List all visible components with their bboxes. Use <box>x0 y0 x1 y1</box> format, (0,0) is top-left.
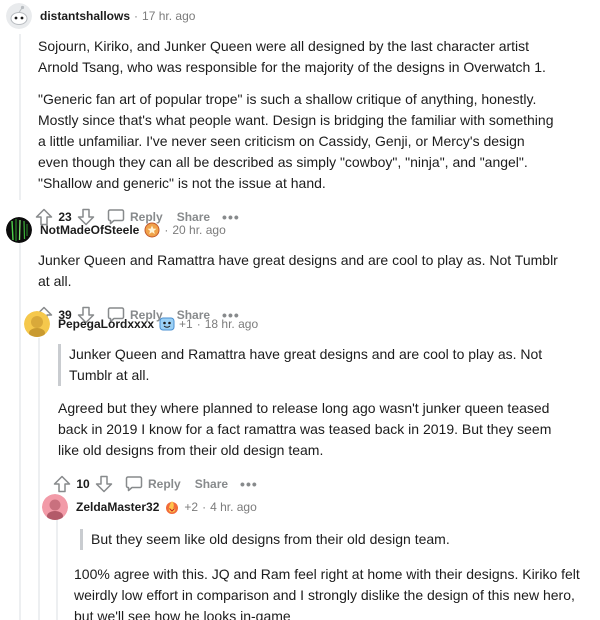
comment-body: Junker Queen and Ramattra have great des… <box>38 250 568 292</box>
timestamp[interactable]: 17 hr. ago <box>142 9 195 23</box>
timestamp[interactable]: 20 hr. ago <box>172 223 225 237</box>
comment-header: NotMadeOfSteele · 20 hr. ago <box>6 217 596 243</box>
avatar[interactable] <box>6 217 32 243</box>
comment-icon <box>124 473 144 496</box>
reply-button[interactable]: Reply <box>124 473 181 496</box>
reply-label: Reply <box>148 477 181 491</box>
comment-paragraph: "Generic fan art of popular trope" is su… <box>38 91 554 191</box>
comment-header: PepegaLordxxxx +1 · 18 hr. ago <box>24 311 596 337</box>
comment-header: distantshallows · 17 hr. ago <box>6 3 596 29</box>
share-button[interactable]: Share <box>191 477 228 491</box>
comment-paragraph: 100% agree with this. JQ and Ram feel ri… <box>74 566 580 620</box>
username[interactable]: PepegaLordxxxx <box>58 317 154 331</box>
share-label: Share <box>194 477 229 491</box>
blockquote: Junker Queen and Ramattra have great des… <box>58 344 558 386</box>
avatar[interactable] <box>42 494 68 520</box>
awesome-award-icon <box>159 316 175 332</box>
vote-score: 10 <box>76 477 90 491</box>
comment-paragraph: Sojourn, Kiriko, and Junker Queen were a… <box>38 38 546 75</box>
wholesome-award-icon <box>164 499 180 515</box>
comment-paragraph: Junker Queen and Ramattra have great des… <box>38 252 558 289</box>
comment-text: 100% agree with this. JQ and Ram feel ri… <box>74 564 580 620</box>
blockquote: But they seem like old designs from thei… <box>80 529 580 550</box>
comment-text: Agreed but they where planned to release… <box>58 398 558 461</box>
comment-actions: 10 Reply Share ••• <box>52 472 596 496</box>
comment-body: Junker Queen and Ramattra have great des… <box>58 344 558 461</box>
comment-header: ZeldaMaster32 +2 · 4 hr. ago <box>42 494 596 520</box>
comment-paragraph: Agreed but they where planned to release… <box>58 400 552 458</box>
separator: · <box>202 500 207 514</box>
achievement-badge-icon <box>144 222 160 238</box>
comment: ZeldaMaster32 +2 · 4 hr. ago But they se… <box>42 494 596 620</box>
username[interactable]: ZeldaMaster32 <box>76 500 159 514</box>
username[interactable]: distantshallows <box>40 9 130 23</box>
username[interactable]: NotMadeOfSteele <box>40 223 139 237</box>
avatar[interactable] <box>6 3 32 29</box>
comment-body: Sojourn, Kiriko, and Junker Queen were a… <box>38 36 558 194</box>
comment-body: But they seem like old designs from thei… <box>74 529 580 620</box>
upvote-icon[interactable] <box>52 474 72 494</box>
separator: · <box>134 9 139 23</box>
comment: PepegaLordxxxx +1 · 18 hr. ago Junker Qu… <box>24 311 596 496</box>
award-count: +1 <box>179 317 193 331</box>
comment: distantshallows · 17 hr. ago Sojourn, Ki… <box>6 3 596 229</box>
more-options-icon[interactable]: ••• <box>240 476 258 492</box>
timestamp[interactable]: 4 hr. ago <box>210 500 257 514</box>
downvote-icon[interactable] <box>94 474 114 494</box>
avatar[interactable] <box>24 311 50 337</box>
separator: · <box>196 317 201 331</box>
timestamp[interactable]: 18 hr. ago <box>205 317 258 331</box>
award-count: +2 <box>184 500 199 514</box>
separator: · <box>164 223 169 237</box>
